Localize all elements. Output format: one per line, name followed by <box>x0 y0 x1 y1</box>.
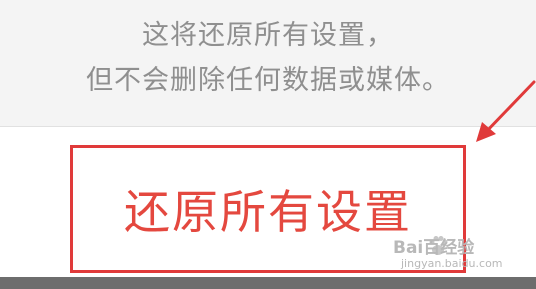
description-line-2: 但不会删除任何数据或媒体。 <box>86 65 450 96</box>
reset-all-settings-label: 还原所有设置 <box>124 185 412 239</box>
dialog-description-area: 这将还原所有设置， 但不会删除任何数据或媒体。 <box>0 0 536 126</box>
watermark-url: jingyan.baidu.com <box>401 257 503 270</box>
bottom-bar <box>0 277 536 289</box>
annotation-arrow-icon <box>476 80 536 142</box>
baidu-watermark: Bai百经验 jingyan.baidu.com <box>393 231 528 275</box>
watermark-brand: Bai百经验 <box>393 238 475 258</box>
description-line-1: 这将还原所有设置， <box>142 20 394 51</box>
